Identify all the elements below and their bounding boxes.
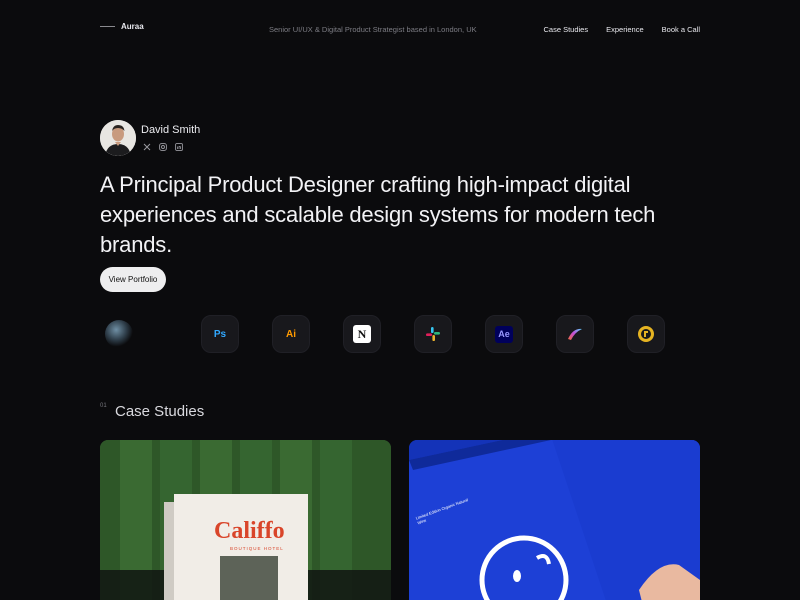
tool-globe (100, 315, 138, 353)
tool-slack (414, 315, 452, 353)
tool-rive (627, 315, 665, 353)
slack-icon (426, 327, 440, 341)
case-study-card-wine[interactable]: Limited Edition Organic Natural Wine (409, 440, 700, 600)
avatar (100, 120, 136, 156)
nav-book-a-call[interactable]: Book a Call (662, 25, 700, 34)
after-effects-letters: Ae (498, 329, 510, 339)
nav-experience[interactable]: Experience (606, 25, 644, 34)
hero-headline: A Principal Product Designer crafting hi… (100, 172, 656, 257)
social-links (142, 142, 183, 151)
globe-icon (105, 320, 133, 348)
tool-after-effects: Ae (485, 315, 523, 353)
tool-notion: N (343, 315, 381, 353)
case-study-card-califfo[interactable]: Califfo BOUTIQUE HOTEL (100, 440, 391, 600)
califfo-subtitle: BOUTIQUE HOTEL (230, 546, 284, 551)
brand-logo[interactable]: Auraa (100, 22, 144, 31)
section-number: 01 (100, 403, 107, 409)
tool-photoshop: Ps (201, 315, 239, 353)
photoshop-icon: Ps (213, 328, 227, 340)
site-header: Auraa Senior UI/UX & Digital Product Str… (100, 22, 700, 38)
illustrator-icon: Ai (286, 328, 296, 340)
after-effects-icon: Ae (495, 325, 513, 343)
header-tagline: Senior UI/UX & Digital Product Strategis… (269, 25, 477, 34)
notion-letter: N (357, 326, 367, 341)
main-nav: Case Studies Experience Book a Call (544, 25, 701, 34)
notion-icon: N (353, 325, 371, 343)
wine-label-image (409, 440, 700, 600)
rive-icon (638, 326, 654, 342)
linkedin-icon[interactable] (174, 142, 183, 151)
califfo-photo (220, 556, 278, 600)
brand-dash (100, 26, 115, 27)
califfo-title: Califfo (214, 518, 285, 544)
tool-procreate (556, 315, 594, 353)
tools-row: Ps Ai N Ae (100, 315, 700, 353)
x-icon[interactable] (142, 142, 151, 151)
nav-case-studies[interactable]: Case Studies (544, 25, 589, 34)
brand-name: Auraa (121, 22, 144, 31)
instagram-icon[interactable] (158, 142, 167, 151)
view-portfolio-button[interactable]: View Portfolio (100, 267, 166, 292)
procreate-icon (568, 328, 582, 340)
tool-illustrator: Ai (272, 315, 310, 353)
person-name: David Smith (141, 124, 201, 136)
section-title: Case Studies (115, 403, 205, 420)
